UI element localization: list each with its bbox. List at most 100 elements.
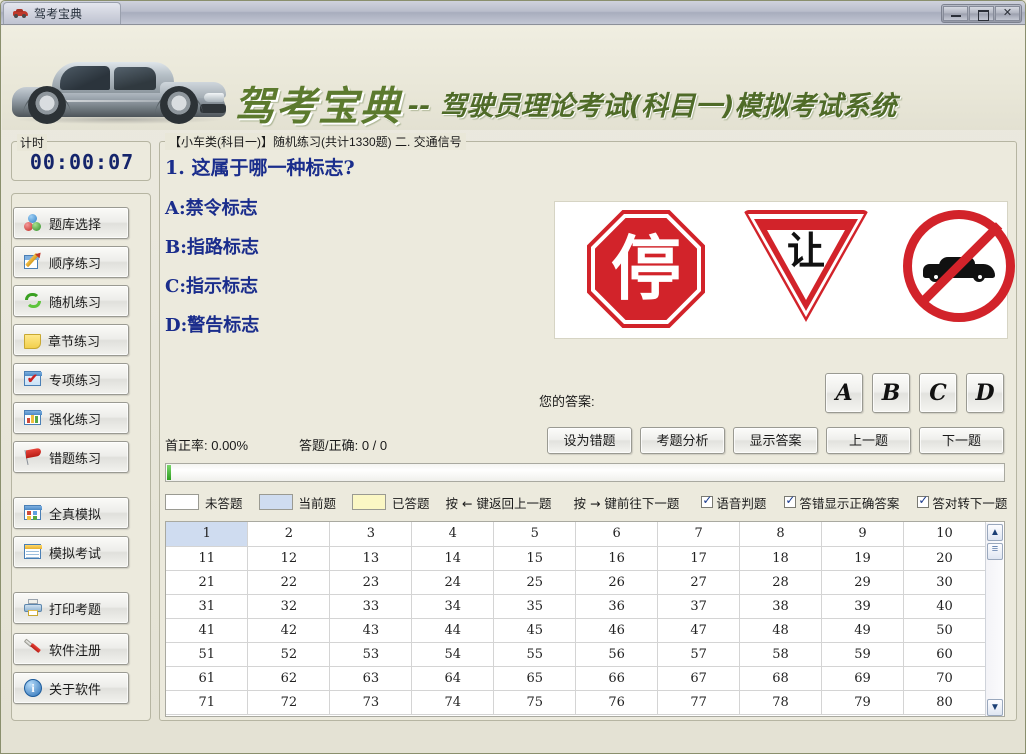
question-number-cell[interactable]: 2 [247,522,331,547]
sidebar-item-special-practice[interactable]: ✔ 专项练习 [13,363,129,395]
question-number-cell[interactable]: 46 [575,618,659,643]
question-number-grid[interactable]: 1 2 3 4 5 6 7 8 9 10 11 12 13 14 15 16 17 18 19 20 21 22 23 24 2… [165,521,1005,717]
question-option-c[interactable]: C:指示标志 [165,272,565,298]
answer-button-d[interactable]: D [966,373,1004,413]
question-number-cell[interactable]: 61 [166,666,249,691]
question-number-cell[interactable]: 9 [821,522,904,547]
show-answer-button[interactable]: 显示答案 [733,427,818,454]
checkbox-voice-judging[interactable]: 语音判题 [701,493,766,512]
question-number-cell[interactable]: 22 [247,570,331,595]
question-number-cell[interactable]: 41 [166,618,249,643]
question-number-cell[interactable]: 42 [247,618,331,643]
scroll-down-button[interactable]: ▼ [987,699,1003,716]
question-number-cell[interactable]: 78 [739,690,822,715]
question-number-cell[interactable]: 18 [739,546,822,571]
question-number-cell[interactable]: 3 [329,522,413,547]
question-number-cell[interactable]: 72 [247,690,331,715]
question-number-cell[interactable]: 45 [493,618,577,643]
question-number-cell[interactable]: 52 [247,642,331,667]
question-number-cell[interactable]: 55 [493,642,577,667]
question-number-cell[interactable]: 11 [166,546,249,571]
minimize-button[interactable] [943,6,968,21]
question-number-cell[interactable]: 1 [166,522,249,547]
sidebar-item-print-questions[interactable]: 打印考题 [13,592,129,624]
scrollbar-thumb[interactable] [987,543,1003,560]
question-number-cell[interactable]: 36 [575,594,659,619]
question-number-cell[interactable]: 37 [657,594,741,619]
question-number-cell[interactable]: 67 [657,666,741,691]
sidebar-item-mock-exam[interactable]: 模拟考试 [13,536,129,568]
mark-wrong-button[interactable]: 设为错题 [547,427,632,454]
answer-button-c[interactable]: C [919,373,957,413]
question-number-cell[interactable]: 13 [329,546,413,571]
sidebar-item-intensive-practice[interactable]: 强化练习 [13,402,129,434]
question-number-cell[interactable]: 66 [575,666,659,691]
sidebar-item-about-software[interactable]: i 关于软件 [13,672,129,704]
question-number-cell[interactable]: 64 [411,666,495,691]
question-number-cell[interactable]: 25 [493,570,577,595]
checkbox-icon[interactable] [701,493,714,508]
question-analysis-button[interactable]: 考题分析 [640,427,725,454]
question-number-cell[interactable]: 48 [739,618,822,643]
question-number-cell[interactable]: 28 [739,570,822,595]
sidebar-item-sequential-practice[interactable]: 顺序练习 [13,246,129,278]
answer-button-a[interactable]: A [825,373,863,413]
sidebar-item-software-registration[interactable]: 软件注册 [13,633,129,665]
question-number-cell[interactable]: 10 [903,522,987,547]
question-number-cell[interactable]: 54 [411,642,495,667]
question-number-cell[interactable]: 74 [411,690,495,715]
sidebar-item-question-bank[interactable]: 题库选择 [13,207,129,239]
question-number-cell[interactable]: 56 [575,642,659,667]
question-number-cell[interactable]: 62 [247,666,331,691]
question-number-cell[interactable]: 35 [493,594,577,619]
question-number-cell[interactable]: 53 [329,642,413,667]
question-number-cell[interactable]: 16 [575,546,659,571]
question-number-cell[interactable]: 76 [575,690,659,715]
question-number-cell[interactable]: 27 [657,570,741,595]
previous-question-button[interactable]: 上一题 [826,427,911,454]
question-number-cell[interactable]: 39 [821,594,904,619]
maximize-button[interactable] [969,6,994,21]
question-number-cell[interactable]: 68 [739,666,822,691]
question-option-a[interactable]: A:禁令标志 [165,194,565,220]
question-number-cell[interactable]: 31 [166,594,249,619]
next-question-button[interactable]: 下一题 [919,427,1004,454]
question-number-cell[interactable]: 71 [166,690,249,715]
sidebar-item-full-simulation[interactable]: 全真模拟 [13,497,129,529]
question-number-cell[interactable]: 26 [575,570,659,595]
sidebar-item-random-practice[interactable]: 随机练习 [13,285,129,317]
question-number-cell[interactable]: 40 [903,594,987,619]
question-number-cell[interactable]: 15 [493,546,577,571]
question-number-cell[interactable]: 59 [821,642,904,667]
question-number-cell[interactable]: 21 [166,570,249,595]
question-number-cell[interactable]: 47 [657,618,741,643]
question-number-cell[interactable]: 75 [493,690,577,715]
question-number-cell[interactable]: 17 [657,546,741,571]
question-number-cell[interactable]: 49 [821,618,904,643]
checkbox-auto-next-on-correct[interactable]: 答对转下一题 [917,493,1007,512]
window-tab[interactable]: 驾考宝典 [3,2,121,24]
checkbox-show-correct-on-wrong[interactable]: 答错显示正确答案 [784,493,899,512]
question-number-cell[interactable]: 32 [247,594,331,619]
answer-button-b[interactable]: B [872,373,910,413]
question-number-cell[interactable]: 73 [329,690,413,715]
question-number-cell[interactable]: 38 [739,594,822,619]
question-number-cell[interactable]: 29 [821,570,904,595]
question-number-cell[interactable]: 5 [493,522,577,547]
question-number-cell[interactable]: 34 [411,594,495,619]
question-number-cell[interactable]: 80 [903,690,987,715]
question-number-cell[interactable]: 14 [411,546,495,571]
question-number-cell[interactable]: 50 [903,618,987,643]
question-number-cell[interactable]: 23 [329,570,413,595]
question-number-cell[interactable]: 6 [575,522,659,547]
question-number-cell[interactable]: 8 [739,522,822,547]
question-number-cell[interactable]: 4 [411,522,495,547]
checkbox-icon[interactable] [784,493,797,508]
question-number-cell[interactable]: 30 [903,570,987,595]
close-button[interactable]: ✕ [995,6,1020,21]
question-number-cell[interactable]: 19 [821,546,904,571]
question-number-cell[interactable]: 60 [903,642,987,667]
question-number-cell[interactable]: 69 [821,666,904,691]
question-option-d[interactable]: D:警告标志 [165,311,565,337]
question-number-cell[interactable]: 57 [657,642,741,667]
